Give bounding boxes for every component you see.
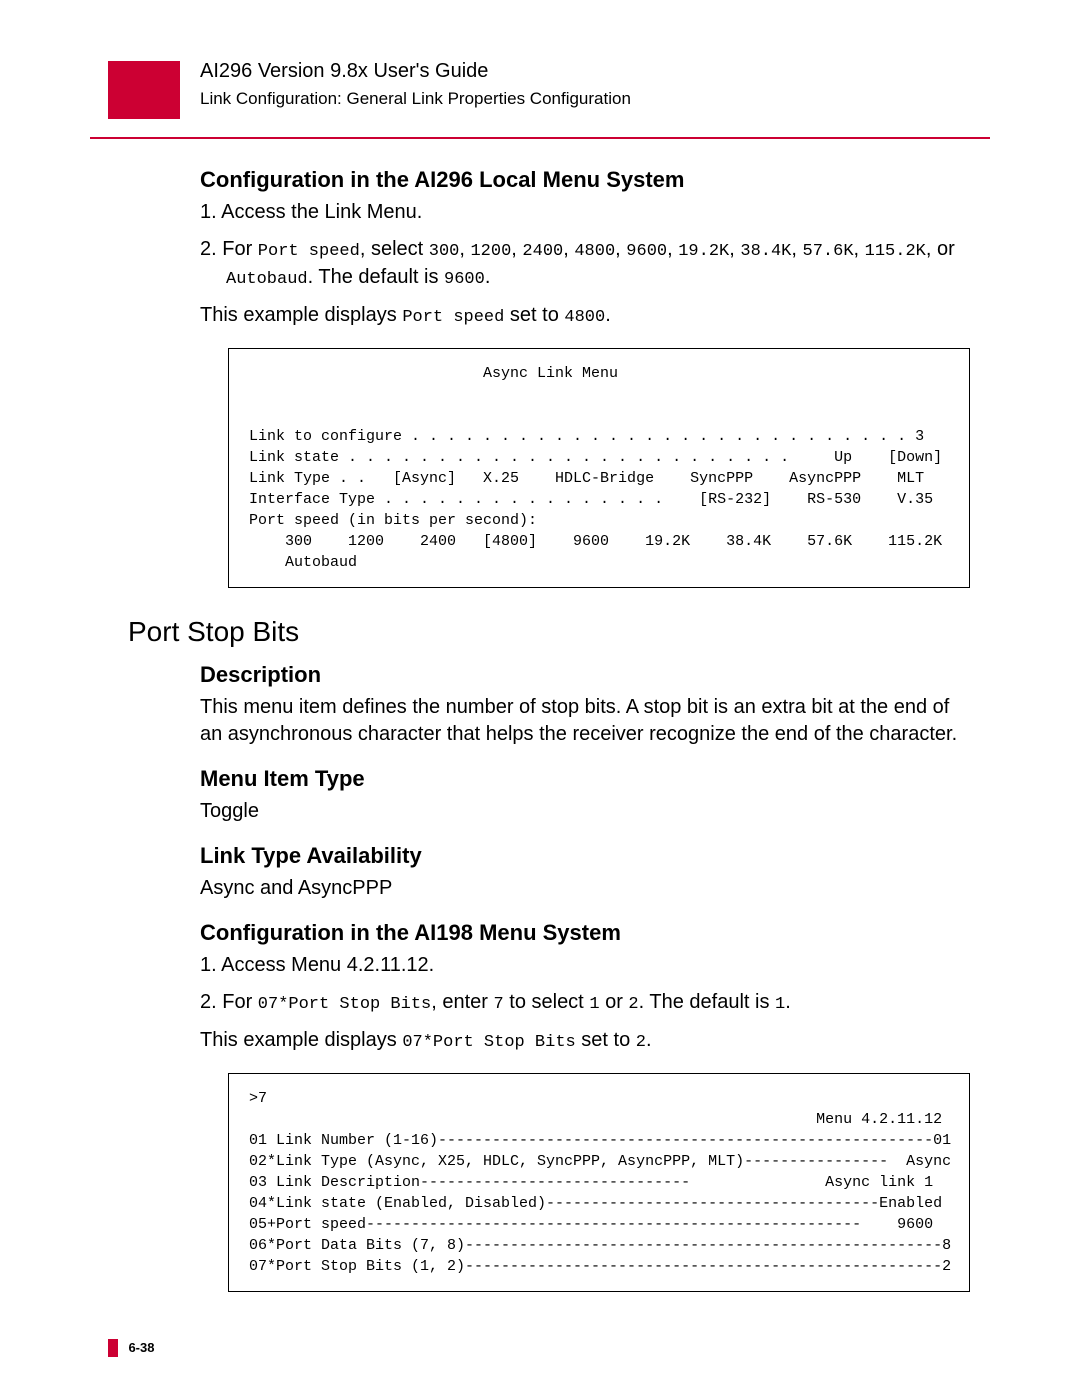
text: , enter (431, 991, 493, 1013)
code-text: 19.2K (678, 242, 729, 261)
text: . (646, 1029, 652, 1051)
footer-color-block (108, 1339, 118, 1357)
ai198-menu-example: >7 Menu 4.2.11.12 01 Link Number (1-16)-… (228, 1073, 970, 1292)
text: This example displays (200, 304, 402, 326)
example-intro-1: This example displays Port speed set to … (200, 302, 970, 330)
code-text: 2 (636, 1033, 646, 1052)
code-text: 300 (429, 242, 460, 261)
menu-item-type-heading: Menu Item Type (200, 766, 970, 792)
code-text: Port speed (402, 308, 504, 327)
text: . (485, 266, 491, 288)
link-type-availability-heading: Link Type Availability (200, 843, 970, 869)
text: , (667, 238, 678, 260)
menu-item-type-text: Toggle (200, 798, 970, 825)
description-heading: Description (200, 662, 970, 688)
code-text: 9600 (626, 242, 667, 261)
code-text: 115.2K (865, 242, 926, 261)
code-text: 1 (775, 995, 785, 1014)
text: set to (576, 1029, 636, 1051)
code-text: 38.4K (740, 242, 791, 261)
step-list-1: 1. Access the Link Menu. 2. For Port spe… (200, 199, 970, 292)
code-text: 4800 (574, 242, 615, 261)
code-text: Port speed (258, 242, 360, 261)
code-text: 2400 (522, 242, 563, 261)
text: , (459, 238, 470, 260)
code-text: 2 (628, 995, 638, 1014)
code-text: 57.6K (803, 242, 854, 261)
page: AI296 Version 9.8x User's Guide Link Con… (0, 0, 1080, 1397)
text: , (729, 238, 740, 260)
text: . (605, 304, 611, 326)
code-text: Autobaud (226, 270, 308, 289)
content-area: Configuration in the AI296 Local Menu Sy… (200, 167, 970, 1292)
text: , (854, 238, 865, 260)
section-title-port-stop-bits: Port Stop Bits (128, 616, 970, 648)
text: or (600, 991, 629, 1013)
header: AI296 Version 9.8x User's Guide Link Con… (200, 60, 990, 109)
step-2: 2. For Port speed, select 300, 1200, 240… (200, 236, 970, 292)
doc-title: AI296 Version 9.8x User's Guide (200, 60, 990, 83)
header-rule (90, 137, 990, 139)
text: , (791, 238, 802, 260)
code-text: 07*Port Stop Bits (258, 995, 431, 1014)
step-1: 1. Access the Link Menu. (200, 199, 970, 226)
description-text: This menu item defines the number of sto… (200, 694, 970, 748)
text: to select (504, 991, 590, 1013)
text: This example displays (200, 1029, 402, 1051)
config-ai198-heading: Configuration in the AI198 Menu System (200, 920, 970, 946)
page-number: 6-38 (128, 1340, 154, 1355)
async-link-menu-example: Async Link Menu Link to configure . . . … (228, 348, 970, 588)
code-text: 07*Port Stop Bits (402, 1033, 575, 1052)
code-text: 4800 (564, 308, 605, 327)
text: , or (926, 238, 955, 260)
code-text: 7 (494, 995, 504, 1014)
text: , (511, 238, 522, 260)
text: , (563, 238, 574, 260)
step-1b: 1. Access Menu 4.2.11.12. (200, 952, 970, 979)
step-list-2: 1. Access Menu 4.2.11.12. 2. For 07*Port… (200, 952, 970, 1017)
code-text: 1 (589, 995, 599, 1014)
text: . (785, 991, 791, 1013)
text: 2. For (200, 991, 258, 1013)
section-heading-local-menu: Configuration in the AI296 Local Menu Sy… (200, 167, 970, 193)
example-intro-2: This example displays 07*Port Stop Bits … (200, 1027, 970, 1055)
step-2b: 2. For 07*Port Stop Bits, enter 7 to sel… (200, 989, 970, 1017)
brand-color-block (108, 61, 180, 119)
text: . The default is (639, 991, 775, 1013)
text: 2. For (200, 238, 258, 260)
code-text: 9600 (444, 270, 485, 289)
text: . The default is (308, 266, 444, 288)
text: , (615, 238, 626, 260)
doc-subtitle: Link Configuration: General Link Propert… (200, 89, 990, 109)
text: set to (504, 304, 564, 326)
footer: 6-38 (108, 1339, 154, 1357)
code-text: 1200 (470, 242, 511, 261)
text: , select (360, 238, 429, 260)
link-type-availability-text: Async and AsyncPPP (200, 875, 970, 902)
